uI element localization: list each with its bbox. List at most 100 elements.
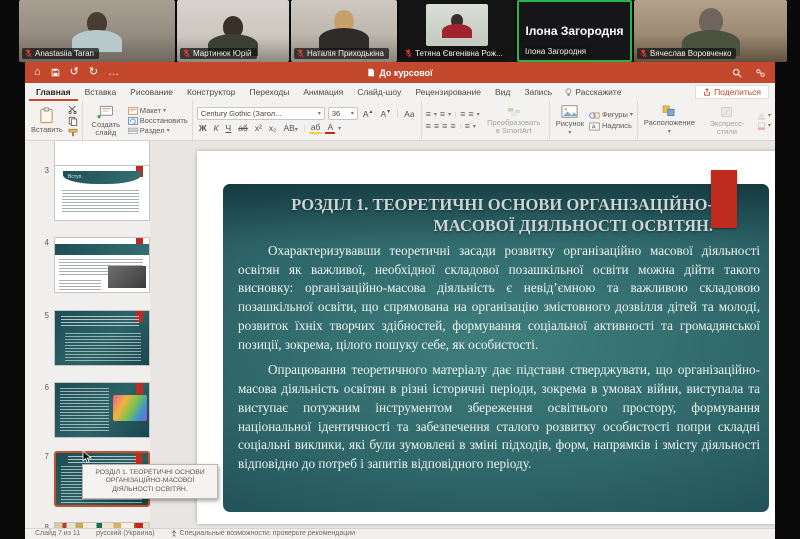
slide-title[interactable]: РОЗДІЛ 1. ТЕОРЕТИЧНІ ОСНОВИ ОРГАНІЗАЦІЙН… (253, 194, 713, 237)
strikethrough-button[interactable]: аб (236, 124, 250, 133)
home-icon[interactable]: ⌂ (34, 67, 41, 78)
tab-draw[interactable]: Рисование (123, 83, 180, 101)
decrease-indent-button[interactable]: ≡ (460, 110, 465, 119)
slide-content-box[interactable]: РОЗДІЛ 1. ТЕОРЕТИЧНІ ОСНОВИ ОРГАНІЗАЦІЙН… (223, 184, 769, 512)
participant-tile[interactable]: Anastasiia Taran (19, 0, 175, 62)
red-accent-shape[interactable] (711, 170, 737, 228)
slide-5-thumbnail[interactable] (54, 310, 150, 366)
accessibility-check[interactable]: Специальные возможности: проверьте реком… (171, 530, 356, 537)
layout-button[interactable]: Макет▾ (128, 107, 188, 115)
participant-tile[interactable]: Вячеслав Воровченко (634, 0, 787, 62)
bullet-list-button[interactable]: ≡ (426, 110, 431, 119)
slide-6-thumbnail[interactable] (54, 382, 150, 438)
paste-button[interactable]: Вставить (29, 107, 65, 134)
character-spacing-button[interactable]: АВ▾ (281, 124, 299, 133)
font-color-button[interactable]: А (325, 123, 335, 134)
shrink-font-button[interactable]: А▼ (378, 110, 393, 119)
line-spacing-button[interactable]: ≡ (468, 110, 473, 119)
reset-button[interactable]: Восстановить (128, 117, 188, 125)
participant-tile[interactable]: Мартинюк Юрій (177, 0, 289, 62)
save-icon[interactable] (51, 68, 60, 77)
arrange-group: Расположение ▾ Экспресс-стили ▾ ▾ (638, 101, 775, 140)
textbox-button[interactable]: A Надпись (589, 122, 633, 131)
slide-thumbnail-row: 6 (41, 382, 150, 438)
shapes-button[interactable]: Фигуры▾ (589, 111, 633, 120)
slide-counter[interactable]: Слайд 7 из 11 (35, 530, 80, 537)
slide-editor-area: РОЗДІЛ 1. ТЕОРЕТИЧНІ ОСНОВИ ОРГАНІЗАЦІЙН… (150, 141, 775, 528)
slide-body-text[interactable]: Охарактеризувавши теоретичні засади розв… (238, 242, 760, 481)
convert-to-smartart-button[interactable]: Преобразовать в SmartArt (483, 107, 545, 135)
tab-home[interactable]: Главная (29, 83, 78, 101)
muted-mic-icon (297, 49, 304, 58)
arrange-icon (662, 105, 676, 117)
slide-paragraph: Охарактеризувавши теоретичні засади розв… (238, 242, 760, 354)
cut-icon[interactable] (68, 105, 78, 114)
section-button[interactable]: Раздел▾ (128, 127, 188, 135)
shape-fill-button[interactable]: ▾ (757, 112, 771, 120)
sync-link-icon[interactable] (755, 68, 766, 78)
chevron-down-icon: ▾ (351, 110, 354, 117)
current-slide-canvas[interactable]: РОЗДІЛ 1. ТЕОРЕТИЧНІ ОСНОВИ ОРГАНІЗАЦІЙН… (197, 151, 775, 524)
share-icon (703, 88, 711, 96)
arrange-button[interactable]: Расположение ▾ (642, 105, 697, 135)
columns-button[interactable]: ≡ (465, 122, 470, 131)
mouse-cursor (82, 450, 92, 464)
format-painter-icon[interactable] (68, 128, 78, 137)
numbered-list-button[interactable]: ≡ (440, 110, 445, 119)
language-indicator[interactable]: русский (Украина) (96, 530, 154, 537)
grow-font-button[interactable]: А▲ (361, 110, 376, 119)
participant-tile-active-speaker[interactable]: Ілона Загородня Ілона Загородня (517, 0, 632, 62)
slide-number: 6 (41, 382, 49, 392)
participant-tile[interactable]: Тетяна Євгенівна Рож... (399, 0, 515, 62)
active-speaker-name: Ілона Загородня (525, 24, 623, 38)
bold-button[interactable]: Ж (197, 124, 209, 133)
subscript-button[interactable]: х₂ (267, 124, 279, 133)
new-slide-button[interactable]: Создать слайд (87, 105, 125, 137)
align-left-button[interactable]: ≡ (426, 122, 431, 131)
copy-icon[interactable] (68, 116, 78, 126)
new-slide-icon (97, 105, 114, 119)
chevron-down-icon: ▾ (434, 111, 437, 118)
redo-icon[interactable]: ↻ (89, 67, 98, 78)
superscript-button[interactable]: х² (253, 124, 264, 133)
tell-me-box[interactable]: Расскажите (559, 83, 627, 101)
participant-name-chip: Наталія Приходькіна (294, 48, 389, 59)
italic-button[interactable]: К (212, 124, 221, 133)
slide-3-thumbnail[interactable]: Вступ. (54, 165, 150, 221)
participant-tile[interactable]: Наталія Приходькіна (291, 0, 397, 62)
tab-view[interactable]: Вид (488, 83, 517, 101)
participant-video (319, 10, 369, 50)
thumbnail-tooltip: РОЗДІЛ 1. ТЕОРЕТИЧНІ ОСНОВИ ОРГАНІЗАЦІЙН… (82, 464, 218, 499)
shape-outline-button[interactable]: ▾ (757, 122, 771, 130)
thumbnail-photo (108, 266, 146, 288)
underline-button[interactable]: Ч (224, 124, 234, 133)
title-bar: ⌂ ↺ ↻ … До курсової (25, 62, 775, 83)
share-button[interactable]: Поделиться (695, 85, 769, 99)
document-icon (367, 68, 375, 77)
font-size-combobox[interactable]: 36 ▾ (328, 107, 358, 120)
undo-icon[interactable]: ↺ (70, 67, 79, 78)
slide-4-thumbnail[interactable] (54, 237, 150, 293)
insert-group: Рисунок ▾ Фигуры▾ A Надпись (550, 101, 638, 140)
lightbulb-icon (565, 88, 572, 97)
search-icon[interactable] (732, 68, 742, 78)
chevron-down-icon: ▾ (338, 125, 341, 132)
tab-transitions[interactable]: Переходы (242, 83, 296, 101)
picture-button[interactable]: Рисунок ▾ (554, 105, 586, 136)
justify-button[interactable]: ≡ (450, 122, 455, 131)
highlight-color-button[interactable]: аб (309, 123, 323, 134)
tab-record[interactable]: Запись (517, 83, 559, 101)
quick-styles-button[interactable]: Экспресс-стили (700, 106, 754, 136)
tab-review[interactable]: Рецензирование (408, 83, 488, 101)
quick-access-more-icon[interactable]: … (108, 67, 119, 78)
clear-formatting-button[interactable]: Аа (402, 110, 417, 119)
smartart-icon (507, 107, 521, 117)
align-center-button[interactable]: ≡ (434, 122, 439, 131)
tab-slideshow[interactable]: Слайд-шоу (350, 83, 408, 101)
font-name-combobox[interactable]: Century Gothic (Загол... ▾ (197, 107, 325, 120)
align-right-button[interactable]: ≡ (442, 122, 447, 131)
tab-design[interactable]: Конструктор (180, 83, 242, 101)
tab-insert[interactable]: Вставка (78, 83, 124, 101)
tab-animations[interactable]: Анимация (296, 83, 350, 101)
participant-video (72, 12, 122, 52)
